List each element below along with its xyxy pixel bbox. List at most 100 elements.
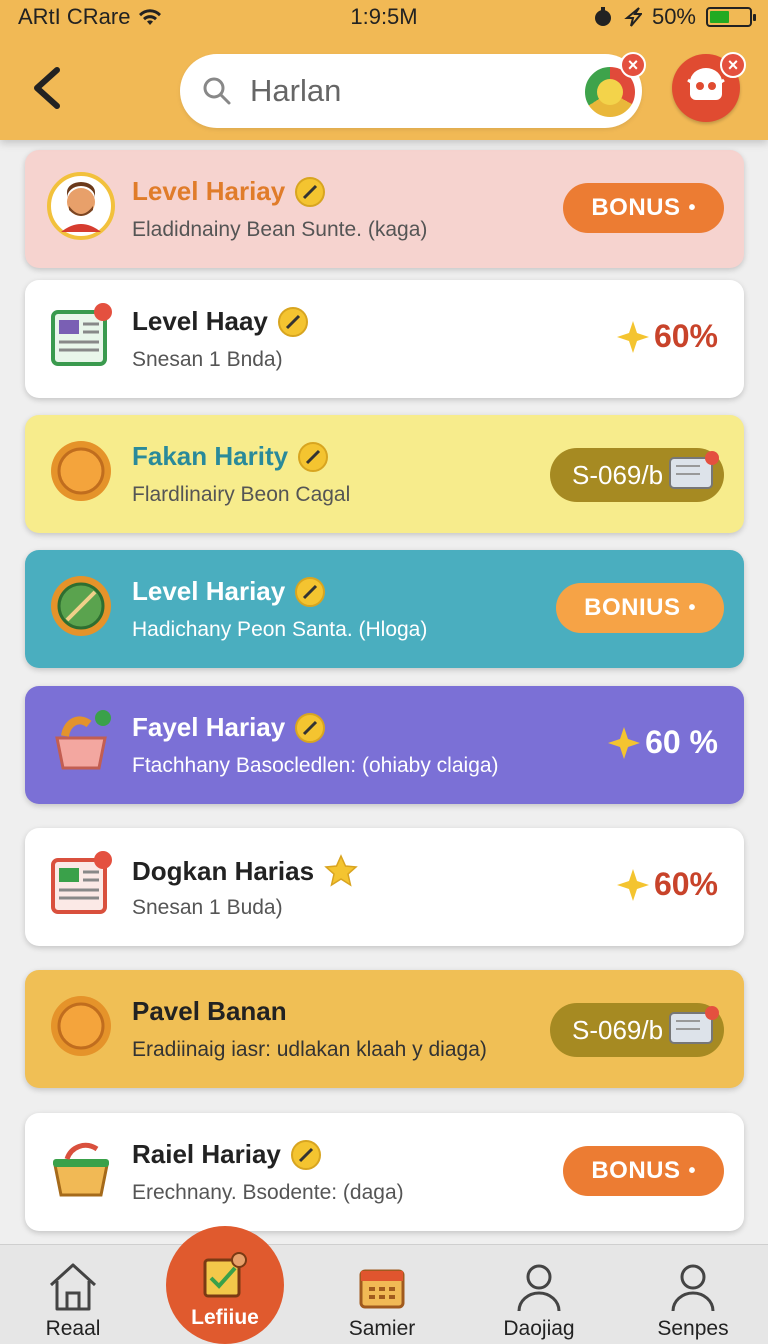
document-icon [51, 851, 112, 914]
calendar-icon [359, 1269, 405, 1309]
card-subtitle: Hadichany Peon Santa. (Hloga) [132, 618, 428, 641]
battery-icon [706, 7, 756, 27]
ticket-icon [669, 451, 719, 489]
monster-icon [687, 68, 725, 100]
level-list: Level Hariay Eladidnainy Bean Sunte. (ka… [0, 140, 768, 1244]
percent-label: 60% [653, 318, 718, 354]
close-icon[interactable]: × [720, 52, 746, 78]
status-bar: ARtI CRare 1:9:5M 50% [0, 0, 768, 34]
card-title: Dogkan Harias [132, 854, 358, 888]
bonus-label: BONIUS [584, 594, 681, 621]
emoji-badge-icon [295, 176, 326, 207]
card-title-text: Pavel Banan [132, 996, 287, 1026]
list-item[interactable]: Fayel Hariay Ftachhany Basocledlen: (ohi… [25, 686, 744, 804]
bonus-button[interactable]: BONUS • [563, 1146, 724, 1196]
percent-badge: 60 % [607, 724, 718, 761]
header: ARtI CRare 1:9:5M 50% × × [0, 0, 768, 140]
star-icon [324, 854, 358, 887]
emoji-badge-icon [298, 441, 329, 472]
price-button[interactable]: S-069/b [550, 448, 724, 502]
home-icon [49, 1263, 97, 1311]
task-icon [203, 1252, 247, 1298]
sparkle-icon [608, 726, 641, 759]
person-icon [671, 1264, 715, 1312]
card-title-text: Dogkan Harias [132, 855, 315, 886]
price-button[interactable]: S-069/b [550, 1003, 724, 1057]
card-title-text: Level Hariay [132, 576, 286, 606]
bottom-nav: Reaal Samier Daojiag Senpes [0, 1244, 768, 1344]
nav-label: Lefiiue [191, 1306, 259, 1329]
list-item[interactable]: Pavel Banan Eradiinaig iasr: udlakan kla… [25, 970, 744, 1088]
profile-button[interactable]: × [672, 52, 746, 122]
nav-item-tasks[interactable]: Lefiiue [166, 1226, 284, 1344]
card-title-text: Raiel Hariay [132, 1139, 281, 1169]
list-item[interactable]: Level Hariay Eladidnainy Bean Sunte. (ka… [25, 150, 744, 268]
ticket-icon [669, 1006, 719, 1044]
back-button[interactable] [24, 64, 68, 112]
nav-item-settings[interactable]: Senpes [628, 1245, 758, 1344]
card-title-text: Fayel Hariay [132, 712, 286, 742]
bonus-button[interactable]: BONIUS • [556, 583, 724, 633]
status-right: 50% [592, 4, 756, 30]
card-subtitle: Snesan 1 Bnda) [132, 348, 283, 371]
nav-label: Senpes [657, 1317, 729, 1340]
list-item[interactable]: Level Haay Snesan 1 Bnda) 60% [25, 280, 744, 398]
document-icon [51, 303, 112, 366]
emoji-badge-icon [295, 576, 326, 607]
clear-icon[interactable]: × [620, 52, 646, 78]
bonus-label: BONUS [591, 1157, 681, 1184]
card-subtitle: Ftachhany Basocledlen: (ohiaby claiga) [132, 754, 499, 777]
search-bar[interactable]: × [180, 52, 646, 128]
card-subtitle: Eradiinaig iasr: udlakan klaah y diaga) [132, 1038, 487, 1061]
card-title-text: Level Haay [132, 306, 268, 336]
sun-icon [51, 996, 111, 1056]
percent-label: 60% [653, 866, 718, 902]
card-title-text: Fakan Harity [132, 441, 289, 471]
price-label: S-069/b [572, 459, 664, 490]
basket-icon [53, 1142, 109, 1197]
person-icon [517, 1264, 561, 1312]
search-icon [203, 77, 231, 105]
location-icon [624, 7, 642, 27]
card-title: Fayel Hariay [132, 712, 326, 743]
nav-label: Samier [348, 1317, 416, 1340]
list-item[interactable]: Level Hariay Hadichany Peon Santa. (Hlog… [25, 550, 744, 668]
nav-label: Reaal [45, 1317, 101, 1340]
sun-icon [51, 441, 111, 501]
card-title-text: Level Hariay [132, 176, 286, 206]
emoji-badge-icon [277, 306, 308, 337]
card-title: Raiel Hariay [132, 1139, 321, 1170]
percent-badge: 60% [616, 866, 718, 903]
bonus-button[interactable]: BONUS • [563, 183, 724, 233]
sun-leaf-icon [51, 576, 111, 636]
nav-label: Daojiag [503, 1317, 575, 1340]
price-label: S-069/b [572, 1014, 664, 1045]
avatar [47, 172, 115, 240]
alarm-icon [594, 7, 611, 26]
card-subtitle: Snesan 1 Buda) [132, 896, 283, 919]
nav-item-home[interactable]: Reaal [8, 1245, 138, 1344]
bonus-label: BONUS [591, 194, 681, 221]
card-title: Level Hariay [132, 576, 326, 607]
card-subtitle: Erechnany. Bsodente: (daga) [132, 1181, 404, 1204]
chevron-left-icon [34, 67, 60, 109]
list-item[interactable]: Raiel Hariay Erechnany. Bsodente: (daga)… [25, 1113, 744, 1231]
sparkle-icon [616, 868, 649, 901]
basket-icon [55, 710, 111, 770]
sparkle-icon [616, 320, 649, 353]
list-item[interactable]: Dogkan Harias Snesan 1 Buda) 60% [25, 828, 744, 946]
percent-label: 60 % [645, 724, 718, 760]
battery-percent: 50% [651, 4, 696, 29]
emoji-badge-icon [290, 1139, 321, 1170]
card-title: Level Haay [132, 306, 308, 337]
card-subtitle: Eladidnainy Bean Sunte. (kaga) [132, 218, 428, 241]
card-title: Pavel Banan [132, 996, 287, 1027]
list-item[interactable]: Fakan Harity Flardlinairy Beon Cagal S-0… [25, 415, 744, 533]
nav-item-calendar[interactable]: Samier [317, 1245, 447, 1344]
card-title: Fakan Harity [132, 441, 329, 472]
emoji-badge-icon [295, 712, 326, 743]
card-subtitle: Flardlinairy Beon Cagal [132, 483, 351, 506]
percent-badge: 60% [616, 318, 718, 355]
nav-item-profile[interactable]: Daojiag [474, 1245, 604, 1344]
search-input[interactable] [250, 73, 550, 109]
